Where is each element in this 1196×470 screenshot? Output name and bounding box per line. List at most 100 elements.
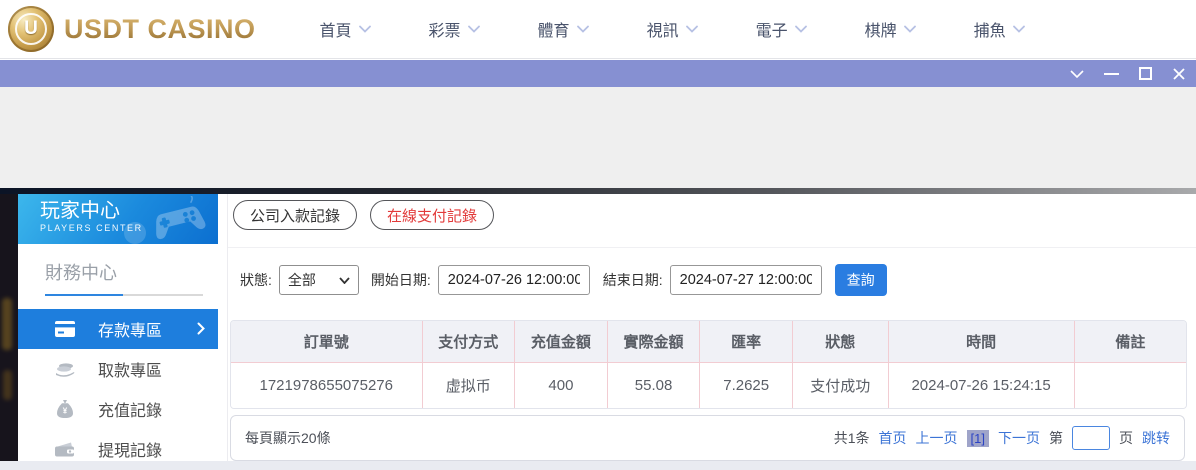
nav-label: 捕魚	[974, 17, 1006, 41]
status-select-value: 全部	[288, 270, 316, 290]
cell-order-no: 1721978655075276	[231, 363, 422, 409]
svg-text:¥: ¥	[63, 407, 68, 416]
sidebar-menu: 存款專區 取款專區 ¥ 充值記錄 提現記錄	[18, 309, 218, 469]
cell-time: 2024-07-26 15:24:15	[888, 363, 1074, 409]
sidebar: 玩家中心 PLAYERS CENTER 財務中心 存款專區	[18, 194, 218, 461]
nav-item-live[interactable]: 視訊	[647, 17, 698, 41]
maximize-icon[interactable]	[1134, 60, 1156, 87]
money-bag-icon: ¥	[54, 400, 76, 418]
cell-payment-method: 虚拟币	[422, 363, 515, 409]
table-header-row: 訂單號 支付方式 充值金額 實際金額 匯率 狀態 時間 備註	[231, 321, 1186, 363]
jump-prefix-label: 第	[1049, 428, 1063, 448]
sidebar-item-withdraw-zone[interactable]: 取款專區	[18, 349, 218, 389]
nav-label: 首頁	[320, 17, 352, 41]
cell-deposit-amount: 400	[515, 363, 608, 409]
minimize-icon[interactable]	[1100, 60, 1122, 87]
close-icon[interactable]	[1168, 60, 1190, 87]
credit-card-icon	[54, 321, 76, 337]
tab-label: 在線支付記錄	[387, 205, 477, 226]
page-jump-input[interactable]	[1072, 426, 1110, 450]
chevron-down-icon	[904, 25, 916, 33]
chevron-down-icon	[577, 25, 589, 33]
record-tabs: 公司入款記錄 在線支付記錄	[233, 200, 494, 230]
col-header-time: 時間	[888, 321, 1074, 363]
tab-online-payment-records[interactable]: 在線支付記錄	[370, 200, 494, 230]
main-menu: 首頁 彩票 體育 視訊 電子 棋牌 捕魚	[320, 17, 1025, 41]
sidebar-header: 玩家中心 PLAYERS CENTER	[18, 194, 218, 244]
table-row: 1721978655075276 虚拟币 400 55.08 7.2625 支付…	[231, 363, 1186, 409]
hand-cash-icon	[54, 361, 76, 377]
tab-company-deposit-records[interactable]: 公司入款記錄	[233, 200, 357, 230]
chevron-down-icon	[339, 277, 350, 284]
nav-item-fishing[interactable]: 捕魚	[974, 17, 1025, 41]
pagination-controls: 共1条 首页 上一页 [1] 下一页 第 页 跳转	[834, 426, 1170, 450]
search-button[interactable]: 查詢	[835, 264, 887, 296]
background-left-strip	[0, 194, 18, 461]
nav-item-lottery[interactable]: 彩票	[429, 17, 480, 41]
gamepad-icon	[148, 196, 210, 240]
tab-label: 公司入款記錄	[250, 205, 340, 226]
col-header-payment-method: 支付方式	[422, 321, 515, 363]
cell-status: 支付成功	[793, 363, 889, 409]
page-size-text: 每頁顯示20條	[245, 428, 331, 448]
records-table: 訂單號 支付方式 充值金額 實際金額 匯率 狀態 時間 備註 172197865…	[230, 320, 1187, 409]
nav-label: 電子	[756, 17, 788, 41]
window-titlebar	[0, 60, 1196, 87]
start-date-input[interactable]	[438, 265, 590, 295]
sidebar-item-label: 充值記錄	[98, 397, 162, 421]
chevron-down-icon	[686, 25, 698, 33]
cell-remark	[1074, 363, 1186, 409]
current-page-badge[interactable]: [1]	[967, 430, 989, 447]
total-count-text: 共1条	[834, 428, 870, 448]
chevron-right-icon	[197, 322, 205, 335]
nav-item-home[interactable]: 首頁	[320, 17, 371, 41]
filter-bar: 狀態: 全部 開始日期: 結束日期: 查詢	[240, 264, 887, 296]
nav-label: 視訊	[647, 17, 679, 41]
chevron-down-icon	[468, 25, 480, 33]
cell-exchange-rate: 7.2625	[700, 363, 793, 409]
jump-button[interactable]: 跳转	[1142, 428, 1170, 448]
nav-item-slots[interactable]: 電子	[756, 17, 807, 41]
sidebar-item-deposit-records[interactable]: ¥ 充值記錄	[18, 389, 218, 429]
col-header-remark: 備註	[1074, 321, 1186, 363]
col-header-status: 狀態	[793, 321, 889, 363]
nav-label: 體育	[538, 17, 570, 41]
col-header-order-no: 訂單號	[231, 321, 422, 363]
tabs-divider	[228, 247, 1196, 248]
chevron-down-icon[interactable]	[1066, 60, 1088, 87]
desktop-background	[0, 87, 1196, 188]
finance-center-heading: 財務中心	[18, 244, 218, 294]
status-label: 狀態:	[240, 270, 272, 290]
chevron-down-icon	[1013, 25, 1025, 33]
col-header-deposit-amount: 充值金額	[515, 321, 608, 363]
chevron-down-icon	[359, 25, 371, 33]
first-page-link[interactable]: 首页	[879, 428, 907, 448]
finance-center-underline	[45, 294, 203, 296]
col-header-exchange-rate: 匯率	[700, 321, 793, 363]
nav-item-cards[interactable]: 棋牌	[865, 17, 916, 41]
nav-label: 棋牌	[865, 17, 897, 41]
col-header-actual-amount: 實際金額	[607, 321, 700, 363]
next-page-link[interactable]: 下一页	[998, 428, 1040, 448]
cell-actual-amount: 55.08	[607, 363, 700, 409]
pagination-bar: 每頁顯示20條 共1条 首页 上一页 [1] 下一页 第 页 跳转	[230, 415, 1185, 461]
chevron-down-icon	[795, 25, 807, 33]
sidebar-item-label: 提現記錄	[98, 437, 162, 461]
site-navbar: U USDT CASINO 首頁 彩票 體育 視訊 電子 棋牌 捕魚	[0, 0, 1196, 59]
nav-item-sports[interactable]: 體育	[538, 17, 589, 41]
status-select[interactable]: 全部	[279, 265, 359, 295]
sidebar-item-deposit-zone[interactable]: 存款專區	[18, 309, 218, 349]
sidebar-item-label: 存款專區	[98, 317, 162, 341]
sidebar-item-label: 取款專區	[98, 357, 162, 381]
wallet-icon	[54, 442, 76, 457]
brand-logo[interactable]: U USDT CASINO	[8, 6, 256, 52]
end-date-input[interactable]	[670, 265, 822, 295]
content-divider	[227, 194, 228, 461]
nav-label: 彩票	[429, 17, 461, 41]
usdt-ball-icon: U	[8, 6, 54, 52]
prev-page-link[interactable]: 上一页	[916, 428, 958, 448]
sidebar-item-withdraw-records[interactable]: 提現記錄	[18, 429, 218, 469]
pool-ball-icon	[124, 222, 146, 244]
start-date-label: 開始日期:	[371, 270, 431, 290]
jump-suffix-label: 页	[1119, 428, 1133, 448]
